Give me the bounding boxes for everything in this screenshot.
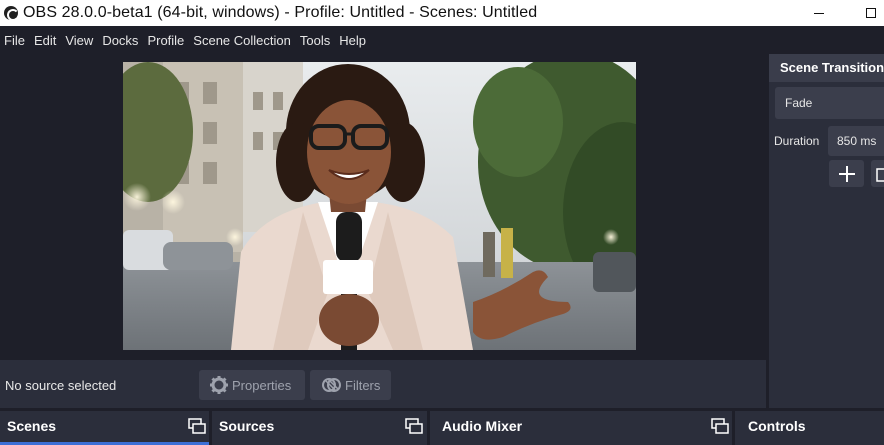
audio-mixer-dock-header: Audio Mixer [430, 411, 732, 445]
camera-preview[interactable] [123, 62, 636, 350]
add-transition-button[interactable] [829, 160, 864, 187]
controls-dock-header: Controls [735, 411, 884, 445]
minimize-button[interactable] [796, 0, 842, 26]
preview-image [123, 62, 636, 350]
scenes-dock-title: Scenes [7, 418, 57, 434]
menu-tools[interactable]: Tools [296, 33, 335, 48]
sources-dock-title: Sources [219, 418, 275, 434]
filters-label: Filters [345, 377, 381, 393]
properties-label: Properties [232, 377, 292, 393]
maximize-icon [866, 8, 876, 18]
menu-profile[interactable]: Profile [143, 33, 189, 48]
controls-dock-title: Controls [748, 418, 806, 434]
menu-file[interactable]: File [0, 33, 30, 48]
properties-button[interactable]: Properties [199, 370, 305, 400]
plus-icon [838, 165, 855, 182]
transition-select[interactable]: Fade [775, 87, 884, 119]
menu-view[interactable]: View [61, 33, 98, 48]
sources-dock-header: Sources [212, 411, 427, 445]
maximize-button[interactable] [848, 0, 884, 26]
title-bar: OBS 28.0.0-beta1 (64-bit, windows) - Pro… [0, 0, 884, 26]
filter-icon [322, 378, 341, 392]
duration-label: Duration [774, 134, 820, 148]
undock-icon[interactable] [405, 418, 423, 434]
trash-icon [876, 168, 884, 182]
duration-input[interactable]: 850 ms [828, 126, 884, 156]
undock-icon[interactable] [188, 418, 206, 434]
preview-area [0, 54, 766, 359]
source-status: No source selected [5, 378, 117, 393]
scene-transitions-title: Scene Transitions [769, 54, 884, 82]
filters-button[interactable]: Filters [310, 370, 391, 400]
menu-help[interactable]: Help [335, 33, 371, 48]
minimize-icon [814, 12, 824, 14]
audio-mixer-dock-title: Audio Mixer [442, 418, 523, 434]
source-toolbar: No source selected Properties Filters [0, 360, 766, 408]
obs-logo-icon [4, 6, 19, 21]
menu-docks[interactable]: Docks [98, 33, 143, 48]
menu-bar: File Edit View Docks Profile Scene Colle… [0, 26, 884, 54]
menu-scene-collection[interactable]: Scene Collection [189, 33, 296, 48]
undock-icon[interactable] [711, 418, 729, 434]
remove-transition-button[interactable] [871, 160, 884, 187]
gear-icon [210, 376, 228, 394]
scene-transitions-panel: Scene Transitions Fade Duration 850 ms [769, 54, 884, 408]
menu-edit[interactable]: Edit [30, 33, 61, 48]
scenes-dock-header: Scenes [0, 411, 209, 445]
window-title: OBS 28.0.0-beta1 (64-bit, windows) - Pro… [23, 4, 538, 21]
